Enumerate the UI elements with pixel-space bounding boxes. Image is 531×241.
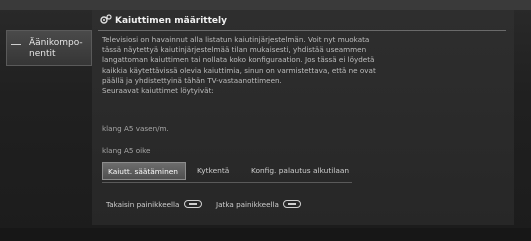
sidebar-item-audio-components[interactable]: Äänikompo- nentit bbox=[6, 30, 92, 66]
back-hint: Takaisin painikkeella bbox=[106, 200, 202, 209]
description-line: tässä näytettyä kaiutinjärjestelmää tila… bbox=[102, 45, 367, 55]
tv-screen: Äänikompo- nentit Kaiuttimen määrittely … bbox=[0, 0, 531, 241]
tab-speaker-adjust[interactable]: Kaiutt. säätäminen bbox=[102, 162, 186, 180]
next-hint: Jatka painikkeella bbox=[216, 200, 302, 209]
sidebar-item-label: Äänikompo- nentit bbox=[29, 38, 83, 59]
speaker-list-item[interactable]: klang A5 vasen/m. bbox=[102, 124, 169, 133]
dialog-title: Kaiuttimen määrittely bbox=[100, 14, 227, 28]
description-line: Seuraavat kaiuttimet löytyivät: bbox=[102, 86, 214, 96]
title-divider bbox=[98, 30, 506, 31]
dialog-description: Televisiosi on havainnut alla listatun k… bbox=[102, 35, 502, 96]
back-hint-label: Takaisin painikkeella bbox=[106, 200, 180, 209]
description-line: päällä ja yhdistettyinä tähän TV-vastaan… bbox=[102, 75, 282, 85]
description-line: langattoman kaiuttimen tai nollata koko … bbox=[102, 55, 375, 65]
ok-key-icon bbox=[283, 200, 302, 208]
ok-key-icon bbox=[183, 200, 202, 208]
gears-icon bbox=[100, 14, 112, 24]
tabs-underline bbox=[102, 182, 352, 183]
dialog-tabs: Kaiutt. säätäminen Kytkentä Konfig. pala… bbox=[102, 162, 442, 180]
tab-connection[interactable]: Kytkentä bbox=[192, 162, 240, 180]
dialog-title-text: Kaiuttimen määrittely bbox=[115, 16, 227, 26]
speaker-list-item[interactable]: klang A5 oike bbox=[102, 146, 150, 155]
tab-reset-config[interactable]: Konfig. palautus alkutilaan bbox=[246, 162, 366, 180]
speaker-setup-dialog: Kaiuttimen määrittely Televisiosi on hav… bbox=[92, 10, 514, 225]
screen-bottom-edge bbox=[0, 228, 531, 241]
description-line: Televisiosi on havainnut alla listatun k… bbox=[102, 35, 370, 44]
next-hint-label: Jatka painikkeella bbox=[216, 200, 279, 209]
screen-top-edge bbox=[0, 0, 531, 10]
description-line: kaikkia käytettävissä olevia kaiuttimia,… bbox=[102, 65, 376, 75]
dash-icon bbox=[11, 44, 21, 45]
